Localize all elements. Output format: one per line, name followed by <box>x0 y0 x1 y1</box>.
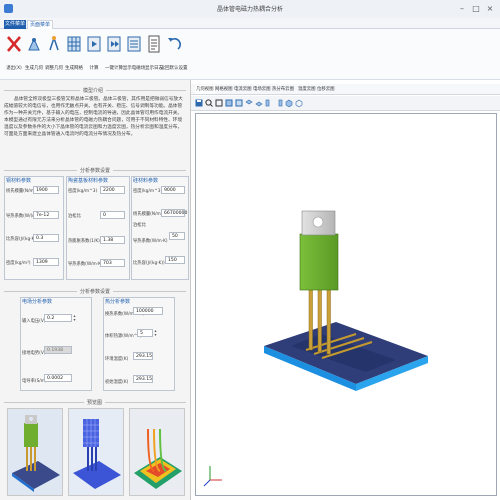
group-electric-title: 电场分析参数 <box>22 299 53 305</box>
field-label: 输入电压(V) <box>22 319 46 324</box>
preview-geometry-thumbnail[interactable] <box>7 408 63 496</box>
copper-field-input[interactable]: 0.3 <box>33 234 59 242</box>
intro-header: 模型介绍 <box>80 87 107 94</box>
field-label: 热膨胀系数(1/K) <box>68 239 100 244</box>
window-title: 晶体管电磁力热耦合分析 <box>216 6 283 13</box>
initial-temperature-field[interactable]: 293.15 <box>133 375 153 383</box>
substrate-field-input[interactable]: 2200 <box>100 186 125 194</box>
stepper-arrows-icon[interactable]: ▴ ▾ <box>153 329 158 337</box>
ambient-temperature-field[interactable]: 293.15 <box>133 352 153 360</box>
ground-potential-field: 0.1938 <box>44 346 72 354</box>
view-left-icon[interactable] <box>265 99 273 107</box>
preview-header: 预览图 <box>84 399 106 406</box>
fit-view-icon[interactable] <box>215 99 223 107</box>
tab-displacement-contour[interactable]: 位移云图 <box>316 85 336 94</box>
ribbon-tab-bar <box>0 18 500 29</box>
chip-field-input[interactable]: 150 <box>165 256 185 264</box>
save-image-icon[interactable] <box>195 99 203 107</box>
reset-icon <box>168 38 181 50</box>
field-label: 泊松比 <box>68 214 81 219</box>
mesh-preview-image <box>69 409 123 495</box>
heat-transfer-field[interactable]: 100000 <box>133 307 163 315</box>
reset-default-button[interactable]: 返回默认设置 <box>160 33 188 77</box>
transistor-model-render <box>203 210 428 487</box>
geometry-preview-image <box>8 409 62 495</box>
chip-field-input[interactable]: 9000 <box>161 186 185 194</box>
field-label: 密度(kg/m^3) <box>133 189 163 194</box>
field-label: 接地电势(V) <box>22 351 46 356</box>
group-thermal-title: 热分析参数 <box>105 299 131 305</box>
substrate-field-input[interactable]: 1.38 <box>100 236 125 244</box>
stepper-arrows-icon[interactable]: ▴ ▾ <box>72 314 77 322</box>
field-label: 导热系数(W/m·K) <box>68 262 103 267</box>
tab-heat-contour[interactable]: 热分布云图 <box>271 85 295 94</box>
substrate-field-input[interactable]: 0 <box>100 211 125 219</box>
view-front-icon[interactable] <box>225 99 233 107</box>
minimize-icon[interactable]: – <box>456 3 468 14</box>
preview-result-thumbnail[interactable] <box>129 408 185 496</box>
chip-field-input[interactable]: 50 <box>169 232 185 240</box>
group-copper-title: 铜材料参数 <box>6 178 32 184</box>
copper-field-input[interactable]: 1900 <box>33 186 59 194</box>
view-iso-icon[interactable] <box>285 99 293 108</box>
field-label: 初始温度(K) <box>105 380 129 385</box>
chip-field-input[interactable]: 66700000 <box>161 209 187 217</box>
geometry-icon <box>28 37 40 51</box>
log-icon <box>148 35 160 53</box>
result-preview-image <box>130 409 184 495</box>
tab-geometry-view[interactable]: 几何视图 <box>195 85 215 94</box>
copper-field-input[interactable]: 7e-12 <box>33 211 59 219</box>
analysis-params-header: 分析参数设置 <box>77 288 114 295</box>
reset-default-label: 返回默认设置 <box>160 66 188 71</box>
preview-mesh-thumbnail[interactable] <box>68 408 124 496</box>
field-label: 导热系数(W/m·K) <box>133 239 168 244</box>
field-label: 环境温度(K) <box>105 357 129 362</box>
one-click-compute-icon <box>107 36 121 52</box>
wireframe-icon[interactable] <box>295 99 303 108</box>
input-voltage-stepper[interactable]: 0.2 <box>44 314 72 322</box>
tab-mesh-view[interactable]: 网格视图 <box>214 85 234 94</box>
tab-current-contour[interactable]: 电流云图 <box>233 85 253 94</box>
copper-field-input[interactable]: 1309 <box>33 258 59 266</box>
field-label: 密度(kg/m³) <box>6 261 31 266</box>
field-label: 密度(kg/m^3) <box>68 189 98 194</box>
3d-viewport[interactable] <box>195 113 497 496</box>
view-top-icon[interactable] <box>245 99 253 107</box>
adjust-geometry-icon <box>49 35 59 51</box>
geometry-params-header: 分析参数设置 <box>77 167 114 174</box>
maximize-icon[interactable]: □ <box>470 3 482 14</box>
group-substrate-title: 陶瓷基板材料参数 <box>68 178 109 184</box>
em-field-icon <box>127 36 141 52</box>
model-intro-text: 晶体管全称双极型三极管又称晶体三极管。晶体三极管，其作用是把微弱信号放大成幅值较… <box>4 97 183 137</box>
volume-heat-stepper[interactable]: 5 <box>137 329 153 337</box>
tab-temperature-contour[interactable]: 温度云图 <box>297 85 317 94</box>
close-window-icon[interactable]: × <box>484 3 496 14</box>
field-label: 比热容(J/(kg·K)) <box>133 261 165 266</box>
tab-efield-contour[interactable]: 电场云图 <box>252 85 272 94</box>
zoom-in-icon[interactable] <box>205 99 213 107</box>
group-chip-title: 硅材料参数 <box>133 178 159 184</box>
view-back-icon[interactable] <box>235 99 243 107</box>
compute-icon <box>87 36 101 52</box>
conductivity-field[interactable]: 0.0002 <box>44 374 72 382</box>
field-label: 电导率(S/m) <box>22 379 47 384</box>
field-label: 泊松比 <box>133 223 146 228</box>
view-bottom-icon[interactable] <box>255 99 263 107</box>
view-right-icon[interactable] <box>275 99 283 107</box>
substrate-field-input[interactable]: 703 <box>100 259 125 267</box>
tab-file-menu[interactable]: 文件菜单 <box>4 20 26 29</box>
mesh-icon <box>67 36 81 52</box>
close-icon <box>7 36 21 52</box>
